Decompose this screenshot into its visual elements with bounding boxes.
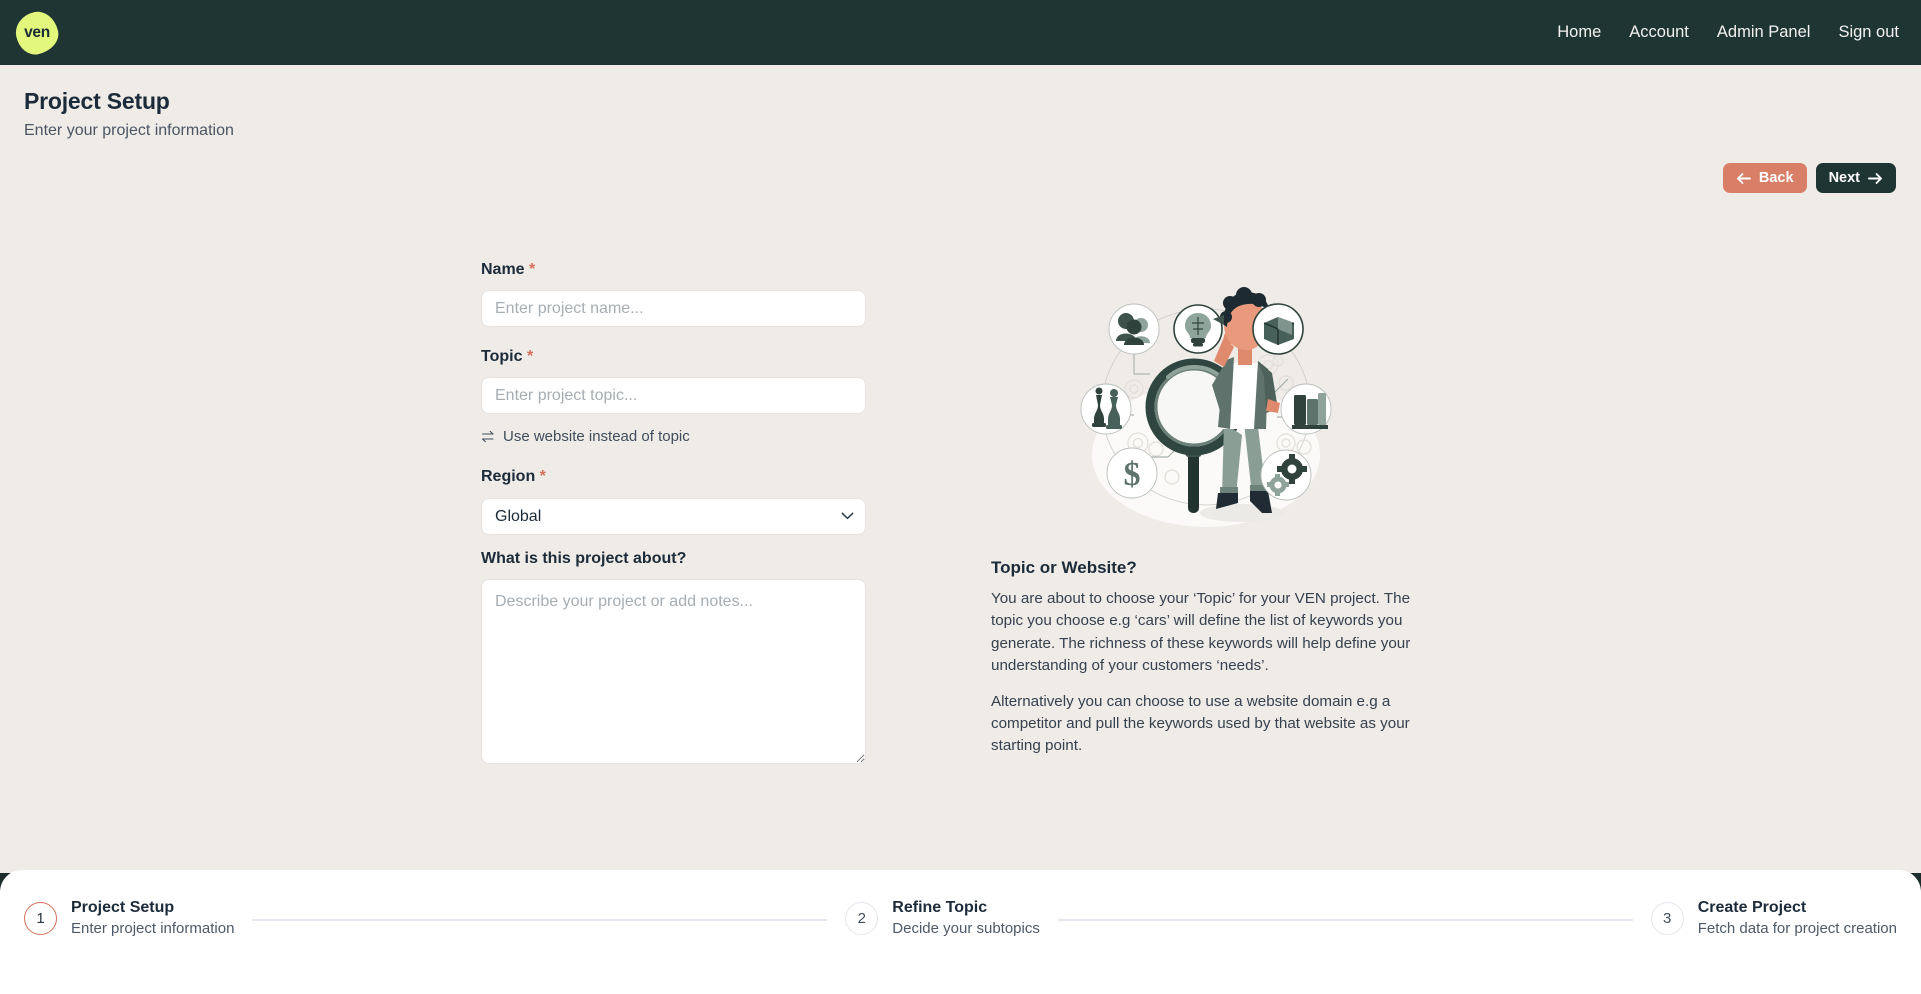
info-paragraph-1: You are about to choose your ‘Topic’ for…	[991, 590, 1411, 674]
nav-item-sign-out[interactable]: Sign out	[1838, 24, 1899, 41]
topic-label: Topic *	[481, 347, 866, 366]
region-label: Region *	[481, 467, 866, 486]
step-2-title: Refine Topic	[892, 899, 988, 916]
notes-label: What is this project about?	[481, 549, 687, 567]
nav-item-account[interactable]: Account	[1629, 24, 1689, 41]
use-website-instead-link[interactable]: Use website instead of topic	[481, 429, 690, 444]
name-label-text: Name	[481, 261, 525, 278]
page-header: Project Setup Enter your project informa…	[24, 87, 234, 142]
region-select-wrapper: Global	[481, 497, 866, 535]
footer-stepper-bar: 1 Project Setup Enter project informatio…	[0, 870, 1921, 994]
arrow-right-icon	[1868, 172, 1882, 184]
page-subtitle: Enter your project information	[24, 121, 234, 139]
project-name-input[interactable]	[481, 290, 866, 328]
step-2-refine-topic[interactable]: 2 Refine Topic Decide your subtopics	[845, 898, 1040, 939]
info-paragraph-2: Alternatively you can choose to use a we…	[991, 693, 1410, 755]
region-required-marker: *	[539, 468, 546, 486]
step-1-project-setup[interactable]: 1 Project Setup Enter project informatio…	[24, 898, 234, 939]
info-panel-title: Topic or Website?	[991, 558, 1137, 577]
node-dollar-icon: $	[1106, 447, 1158, 499]
region-label-text: Region	[481, 468, 536, 486]
name-required-marker: *	[529, 261, 536, 278]
project-topic-input[interactable]	[481, 377, 866, 415]
region-select[interactable]: Global	[481, 497, 866, 535]
top-navigation-bar: ven Home Account Admin Panel Sign out	[0, 0, 1921, 65]
project-setup-form: Name * Topic * Use website instead of to…	[481, 260, 866, 764]
node-briefcase-icon	[1280, 383, 1332, 435]
project-notes-textarea[interactable]	[481, 578, 866, 764]
step-1-desc: Enter project information	[71, 920, 235, 937]
field-region: Region * Global	[481, 467, 866, 535]
main-content-area: Project Setup Enter your project informa…	[0, 65, 1921, 873]
step-1-number: 1	[24, 901, 57, 935]
research-magnifying-glass-illustration: $	[1080, 287, 1332, 527]
step-3-title: Create Project	[1697, 899, 1807, 916]
name-label: Name *	[481, 260, 866, 279]
node-lightbulb-icon	[1173, 304, 1224, 354]
step-3-number: 3	[1650, 901, 1684, 935]
step-1-title: Project Setup	[71, 899, 175, 916]
info-panel: $ Topic or Website? You are about to cho…	[991, 277, 1421, 758]
node-gears-icon	[1260, 449, 1312, 501]
stepper: 1 Project Setup Enter project informatio…	[0, 898, 1921, 939]
node-package-icon	[1252, 303, 1304, 355]
topic-required-marker: *	[526, 348, 534, 366]
field-name: Name *	[481, 260, 866, 328]
step-1-text: Project Setup Enter project information	[71, 898, 234, 939]
header-actions: Back Next	[1722, 163, 1896, 193]
step-2-desc: Decide your subtopics	[892, 920, 1040, 937]
step-2-number: 2	[845, 901, 879, 935]
brand-logo[interactable]: ven	[12, 7, 62, 58]
step-3-create-project[interactable]: 3 Create Project Fetch data for project …	[1650, 898, 1897, 939]
topic-label-text: Topic	[481, 348, 523, 366]
nav-item-admin-panel[interactable]: Admin Panel	[1717, 24, 1811, 41]
arrow-left-icon	[1736, 172, 1751, 184]
logo-text: ven	[24, 23, 50, 41]
page-title: Project Setup	[24, 88, 170, 114]
field-notes: What is this project about?	[481, 549, 866, 764]
nav-links: Home Account Admin Panel Sign out	[1557, 24, 1899, 41]
stepper-connector-1	[252, 919, 828, 922]
step-3-desc: Fetch data for project creation	[1697, 920, 1897, 937]
step-2-text: Refine Topic Decide your subtopics	[892, 898, 1040, 939]
nav-item-home[interactable]: Home	[1557, 24, 1601, 41]
node-chess-icon	[1080, 383, 1132, 435]
field-topic: Topic * Use website instead of topic	[481, 347, 866, 448]
back-button-label: Back	[1758, 169, 1794, 186]
svg-text:$: $	[1124, 456, 1141, 493]
next-button[interactable]: Next	[1815, 163, 1896, 193]
back-button[interactable]: Back	[1722, 163, 1807, 193]
app-root: ven Home Account Admin Panel Sign out Pr…	[0, 0, 1921, 994]
node-people-icon	[1108, 303, 1160, 355]
step-3-text: Create Project Fetch data for project cr…	[1698, 898, 1897, 939]
stepper-connector-2	[1057, 919, 1633, 922]
use-website-instead-label: Use website instead of topic	[503, 428, 690, 446]
swap-arrows-icon	[481, 431, 494, 443]
next-button-label: Next	[1828, 169, 1860, 186]
